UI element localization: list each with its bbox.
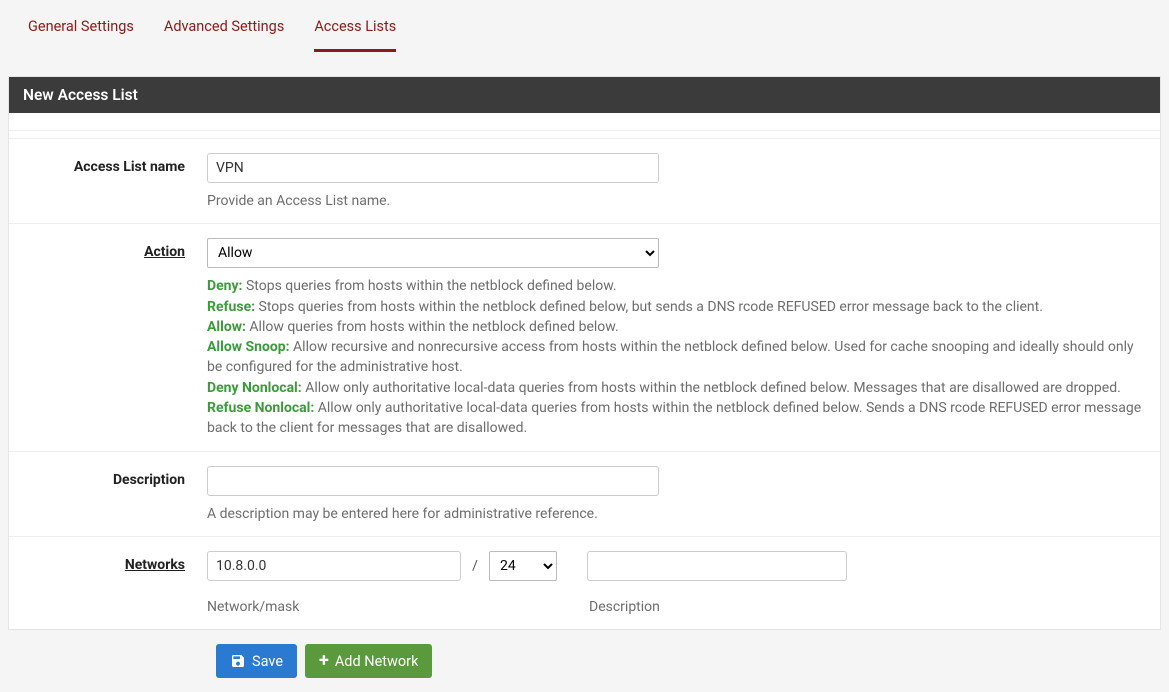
row-description: Description A description may be entered…: [9, 452, 1160, 537]
tab-advanced-settings[interactable]: Advanced Settings: [164, 18, 284, 52]
tab-access-lists[interactable]: Access Lists: [314, 18, 396, 52]
save-button[interactable]: Save: [216, 644, 297, 678]
label-access-list-name: Access List name: [9, 153, 207, 211]
desc-allow-snoop: Allow recursive and nonrecursive access …: [207, 339, 1134, 375]
desc-deny-nonlocal: Allow only authoritative local-data quer…: [302, 380, 1121, 396]
network-mask-select[interactable]: 24: [489, 551, 557, 581]
label-networks: Networks: [125, 557, 185, 573]
action-select[interactable]: Allow: [207, 238, 659, 268]
panel-title: New Access List: [9, 77, 1160, 113]
tabs-bar: General Settings Advanced Settings Acces…: [0, 0, 1169, 52]
mask-separator: /: [461, 558, 489, 574]
help-description: A description may be entered here for ad…: [207, 504, 1144, 524]
label-description: Description: [9, 466, 207, 524]
term-deny: Deny:: [207, 278, 243, 294]
help-network-mask: Network/mask: [207, 597, 559, 617]
help-access-list-name: Provide an Access List name.: [207, 191, 1144, 211]
add-network-button-label: Add Network: [335, 653, 419, 670]
desc-deny: Stops queries from hosts within the netb…: [243, 278, 617, 294]
desc-refuse: Stops queries from hosts within the netb…: [255, 299, 1043, 315]
desc-allow: Allow queries from hosts within the netb…: [246, 319, 619, 335]
term-allow-snoop: Allow Snoop:: [207, 339, 290, 355]
network-row-description-input[interactable]: [587, 551, 847, 581]
plus-icon: +: [319, 652, 329, 670]
label-action: Action: [144, 244, 185, 260]
tab-general-settings[interactable]: General Settings: [28, 18, 134, 52]
save-icon: [230, 653, 246, 669]
network-address-input[interactable]: [207, 551, 461, 581]
row-action: Action Allow Deny: Stops queries from ho…: [9, 224, 1160, 451]
term-deny-nonlocal: Deny Nonlocal:: [207, 380, 302, 396]
desc-refuse-nonlocal: Allow only authoritative local-data quer…: [207, 400, 1141, 436]
term-refuse: Refuse:: [207, 299, 255, 315]
description-input[interactable]: [207, 466, 659, 496]
save-button-label: Save: [252, 653, 283, 670]
term-refuse-nonlocal: Refuse Nonlocal:: [207, 400, 314, 416]
access-list-name-input[interactable]: [207, 153, 659, 183]
row-access-list-name: Access List name Provide an Access List …: [9, 139, 1160, 224]
add-network-button[interactable]: + Add Network: [305, 644, 432, 678]
button-bar: Save + Add Network: [216, 644, 1161, 678]
term-allow: Allow:: [207, 319, 246, 335]
new-access-list-panel: New Access List Access List name Provide…: [8, 76, 1161, 630]
row-networks: Networks / 24 Network/mask Description: [9, 537, 1160, 629]
help-network-desc: Description: [589, 597, 660, 617]
action-help-block: Deny: Stops queries from hosts within th…: [207, 276, 1144, 438]
